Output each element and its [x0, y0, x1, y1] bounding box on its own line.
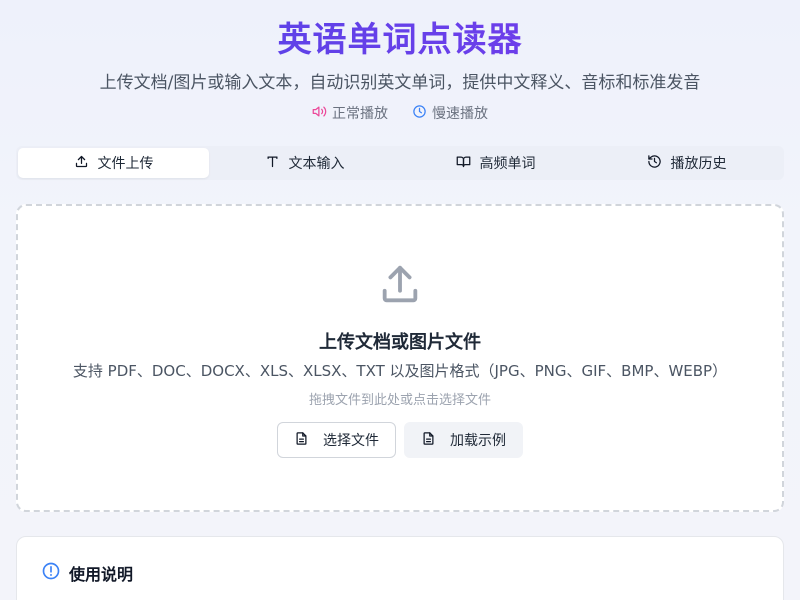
upload-large-icon [18, 262, 782, 308]
load-sample-label: 加载示例 [450, 433, 506, 449]
tab-play-history-label: 播放历史 [670, 156, 727, 172]
dropzone-title: 上传文档或图片文件 [319, 332, 481, 353]
file-icon [294, 431, 309, 450]
select-file-label: 选择文件 [323, 433, 379, 449]
load-sample-button[interactable]: 加载示例 [404, 422, 523, 458]
mode-slow-play: 慢速播放 [412, 103, 488, 123]
app-subtitle: 上传文档/图片或输入文本，自动识别英文单词，提供中文释义、音标和标准发音 [99, 73, 701, 93]
file-icon [421, 431, 436, 450]
mode-normal-label: 正常播放 [332, 106, 388, 122]
tab-play-history[interactable]: 播放历史 [591, 148, 782, 178]
tab-file-upload[interactable]: 文件上传 [18, 148, 209, 178]
mode-slow-label: 慢速播放 [432, 106, 488, 122]
text-icon [265, 154, 280, 173]
tab-text-input-label: 文本输入 [288, 156, 345, 172]
app-title: 英语单词点读器 [0, 18, 800, 62]
usage-title: 使用说明 [69, 565, 134, 584]
tab-bar: 文件上传 文本输入 高频单词 播放历史 [16, 146, 784, 180]
app-header: 英语单词点读器 上传文档/图片或输入文本，自动识别英文单词，提供中文释义、音标和… [0, 0, 800, 123]
tab-file-upload-label: 文件上传 [97, 156, 154, 172]
tab-frequent-words-label: 高频单词 [479, 156, 536, 172]
upload-icon [74, 154, 89, 173]
volume-icon [312, 104, 327, 123]
book-icon [456, 154, 471, 173]
usage-header: 使用说明 [17, 537, 783, 585]
history-icon [647, 154, 662, 173]
select-file-button[interactable]: 选择文件 [277, 422, 396, 458]
file-dropzone[interactable]: 上传文档或图片文件 支持 PDF、DOC、DOCX、XLS、XLSX、TXT 以… [16, 204, 784, 512]
clock-icon [412, 104, 427, 123]
mode-normal-play: 正常播放 [312, 103, 388, 123]
dropzone-formats: 支持 PDF、DOC、DOCX、XLS、XLSX、TXT 以及图片格式（JPG、… [72, 362, 728, 380]
dropzone-hint: 拖拽文件到此处或点击选择文件 [308, 393, 491, 408]
dropzone-actions: 选择文件 加载示例 [18, 422, 782, 458]
usage-panel: 使用说明 [16, 536, 784, 600]
info-icon [41, 561, 61, 585]
tab-frequent-words[interactable]: 高频单词 [400, 148, 591, 178]
playback-modes: 正常播放 慢速播放 [0, 103, 800, 123]
tab-text-input[interactable]: 文本输入 [209, 148, 400, 178]
